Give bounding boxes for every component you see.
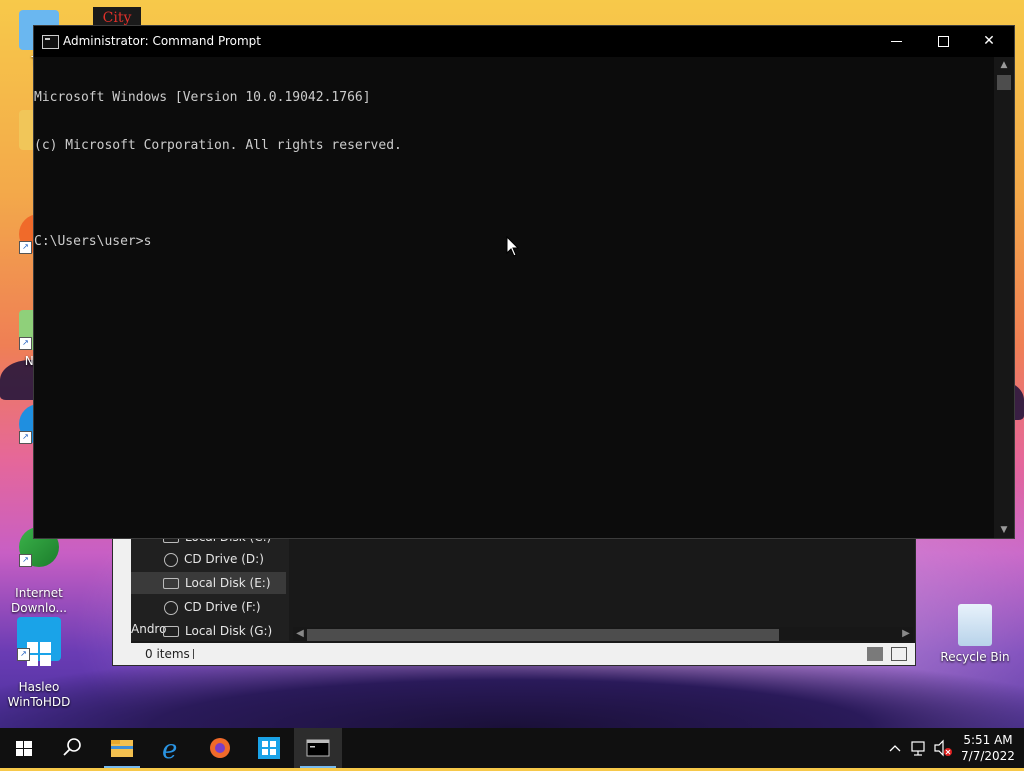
shortcut-arrow-icon: ↗	[19, 337, 32, 350]
explorer-content-pane[interactable]	[289, 537, 913, 641]
desktop-icon-label: Hasleo WinToHDD	[7, 680, 71, 709]
taskbar-windows-tool[interactable]	[245, 728, 293, 768]
hard-drive-icon	[163, 578, 179, 589]
desktop-icon-label: Recycle Bin	[940, 650, 1010, 664]
scroll-right-icon[interactable]: ▶	[899, 627, 913, 641]
explorer-navigation-pane[interactable]: Local Disk (C:) CD Drive (D:) Local Disk…	[131, 530, 289, 642]
command-prompt-icon	[42, 35, 59, 49]
window-title: Administrator: Command Prompt	[63, 34, 261, 48]
mouse-pointer-icon	[506, 236, 520, 257]
svg-text:e: e	[162, 735, 177, 765]
taskbar-file-explorer[interactable]	[98, 728, 146, 768]
console-output[interactable]: Microsoft Windows [Version 10.0.19042.17…	[34, 57, 994, 539]
details-view-icon[interactable]	[867, 647, 883, 661]
minimize-button[interactable]	[874, 26, 920, 57]
chevron-up-icon	[889, 745, 901, 752]
file-explorer-icon	[111, 740, 133, 757]
windows-tool-icon	[258, 737, 280, 759]
console-line: Microsoft Windows [Version 10.0.19042.17…	[34, 90, 371, 105]
taskbar: e 5:51 AM 7/7/2022	[0, 728, 1024, 768]
taskbar-command-prompt[interactable]	[294, 728, 342, 768]
command-prompt-window[interactable]: Administrator: Command Prompt ✕ Microsof…	[34, 26, 1014, 538]
windows-logo-icon: ↗	[17, 617, 61, 666]
file-explorer-window: Local Disk (C:) CD Drive (D:) Local Disk…	[112, 530, 916, 666]
shortcut-arrow-icon: ↗	[19, 554, 32, 567]
cd-drive-icon	[164, 552, 178, 567]
desktop-icon-recycle-bin[interactable]: Recycle Bin	[938, 604, 1012, 665]
maximize-icon	[938, 36, 949, 47]
search-icon	[63, 738, 81, 756]
close-icon: ✕	[983, 33, 995, 49]
start-button[interactable]	[0, 728, 48, 768]
large-icons-view-icon[interactable]	[891, 647, 907, 661]
nav-item-local-disk-e[interactable]: Local Disk (E:)	[131, 572, 286, 594]
internet-explorer-icon: e	[162, 735, 177, 765]
taskbar-clock[interactable]: 5:51 AM 7/7/2022	[958, 732, 1018, 764]
explorer-horizontal-scrollbar[interactable]: ◀ ▶	[293, 627, 913, 641]
tray-show-hidden-icons[interactable]	[884, 728, 906, 768]
console-vertical-scrollbar[interactable]: ▲ ▼	[994, 57, 1014, 538]
firefox-icon	[210, 738, 230, 758]
title-bar[interactable]: Administrator: Command Prompt ✕	[34, 26, 1014, 57]
shortcut-arrow-icon: ↗	[19, 241, 32, 254]
scrollbar-thumb[interactable]	[997, 75, 1011, 90]
windows-start-icon	[16, 741, 32, 756]
close-button[interactable]: ✕	[966, 26, 1012, 57]
desktop-icon-hasleo[interactable]: ↗ Hasleo WinToHDD	[2, 602, 76, 710]
tray-network[interactable]	[908, 728, 930, 768]
nav-item-label: CD Drive (D:)	[184, 552, 264, 566]
explorer-status-bar: 0 items	[113, 643, 915, 665]
network-icon	[911, 741, 925, 756]
recycle-bin-icon	[958, 604, 992, 646]
hard-drive-icon	[163, 626, 179, 637]
nav-item-local-disk-g[interactable]: Local Disk (G:)	[131, 620, 289, 642]
shortcut-arrow-icon: ↗	[19, 431, 32, 444]
status-separator	[193, 649, 194, 659]
shortcut-arrow-icon: ↗	[17, 648, 30, 661]
taskbar-firefox[interactable]	[196, 728, 244, 768]
minimize-icon	[891, 41, 902, 42]
tray-volume[interactable]	[932, 728, 954, 768]
search-button[interactable]	[48, 728, 96, 768]
nav-item-cd-drive-f[interactable]: CD Drive (F:) Andro	[131, 596, 289, 636]
desktop-app-tile-top[interactable]: City	[93, 7, 141, 27]
nav-item-cd-drive-d[interactable]: CD Drive (D:)	[131, 548, 289, 570]
desktop-app-tile-label: City	[102, 10, 132, 26]
scrollbar-thumb[interactable]	[307, 629, 779, 641]
maximize-button[interactable]	[920, 26, 966, 57]
taskbar-internet-explorer[interactable]: e	[148, 728, 196, 768]
scroll-down-icon[interactable]: ▼	[994, 522, 1014, 538]
clock-time: 5:51 AM	[963, 733, 1013, 747]
nav-item-label: Local Disk (E:)	[185, 576, 271, 590]
nav-item-label: Local Disk (G:)	[185, 624, 273, 638]
cd-drive-icon	[164, 600, 178, 615]
scroll-left-icon[interactable]: ◀	[293, 627, 307, 641]
item-count: 0 items	[145, 647, 190, 661]
console-line: (c) Microsoft Corporation. All rights re…	[34, 138, 402, 153]
volume-muted-icon	[934, 739, 952, 757]
command-prompt-icon	[306, 739, 330, 757]
clock-date: 7/7/2022	[961, 749, 1015, 763]
scroll-up-icon[interactable]: ▲	[994, 57, 1014, 73]
